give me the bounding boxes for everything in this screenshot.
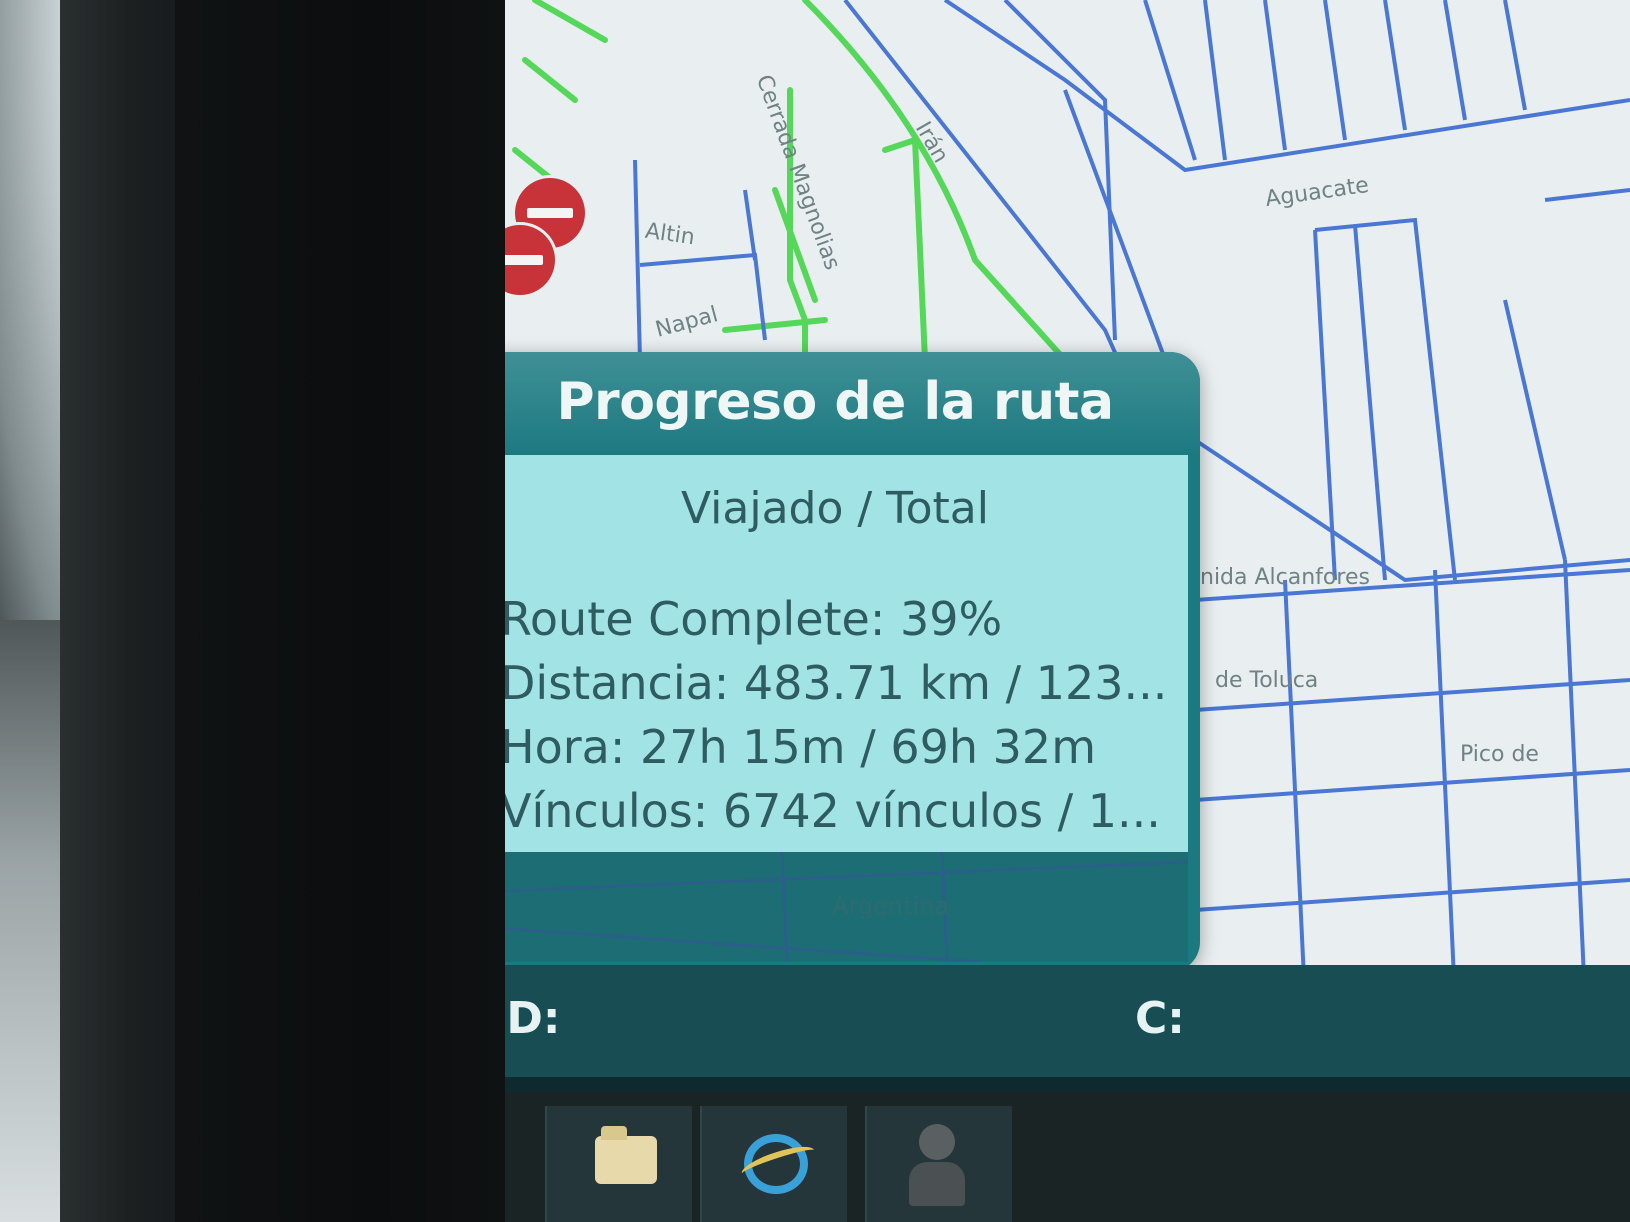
- person-button[interactable]: [865, 1106, 1012, 1222]
- route-progress-dialog[interactable]: Progreso de la ruta Viajado / Total Rout…: [505, 352, 1200, 972]
- blue-road: [1194, 878, 1630, 912]
- blue-road: [1544, 188, 1630, 202]
- time-line: Hora: 27h 15m / 69h 32m: [505, 720, 1097, 774]
- blue-road: [943, 0, 1630, 173]
- blue-road: [1383, 0, 1407, 131]
- green-road: [532, 0, 608, 43]
- street-label: nida Alcanfores: [1200, 565, 1370, 590]
- blue-road: [1503, 299, 1567, 561]
- blue-road: [1263, 0, 1287, 151]
- dialog-body: Viajado / Total Route Complete: 39% Dist…: [505, 455, 1188, 852]
- blue-road: [1194, 768, 1630, 802]
- dialog-subtitle: Viajado / Total: [681, 483, 989, 534]
- blue-road: [1503, 0, 1527, 111]
- street-label: Argentina: [832, 892, 950, 920]
- person-icon: [909, 1124, 965, 1206]
- blue-road: [743, 189, 757, 261]
- blue-road: [633, 159, 642, 361]
- street-label: Pico de: [1460, 742, 1539, 767]
- folder-button[interactable]: [545, 1106, 692, 1222]
- blue-road: [1203, 0, 1227, 161]
- blue-road: [1563, 559, 1587, 1000]
- dialog-title: Progreso de la ruta: [505, 352, 1200, 452]
- distance-line: Distancia: 483.71 km / 123...: [505, 656, 1168, 710]
- blue-road: [1314, 217, 1457, 581]
- blue-road: [1143, 0, 1197, 161]
- street-label: de Toluca: [1215, 668, 1319, 693]
- route-stats: Route Complete: 39% Distancia: 483.71 km…: [505, 587, 1180, 843]
- blue-road: [1283, 579, 1307, 1000]
- green-road: [522, 57, 578, 103]
- blue-road: [1353, 224, 1387, 581]
- links-line: Vínculos: 6742 vínculos / 1...: [505, 784, 1161, 838]
- blue-road: [1323, 0, 1347, 141]
- route-complete-line: Route Complete: 39%: [505, 592, 1003, 646]
- device-screen: Altin Napal Cerrada Magnolias Irán Aguac…: [505, 0, 1630, 1222]
- green-road: [722, 317, 828, 333]
- internet-explorer-icon: [744, 1134, 808, 1194]
- blue-road: [1443, 0, 1467, 121]
- taskbar: [505, 1092, 1630, 1222]
- status-bar: ID: C:: [505, 965, 1630, 1077]
- id-field: ID:: [505, 993, 561, 1044]
- folder-icon: [595, 1126, 657, 1184]
- green-road: [882, 135, 928, 363]
- dialog-footer[interactable]: Argentina: [505, 852, 1188, 962]
- c-field: C:: [1135, 993, 1185, 1044]
- internet-explorer-button[interactable]: [700, 1106, 847, 1222]
- device-bezel: [175, 0, 505, 1222]
